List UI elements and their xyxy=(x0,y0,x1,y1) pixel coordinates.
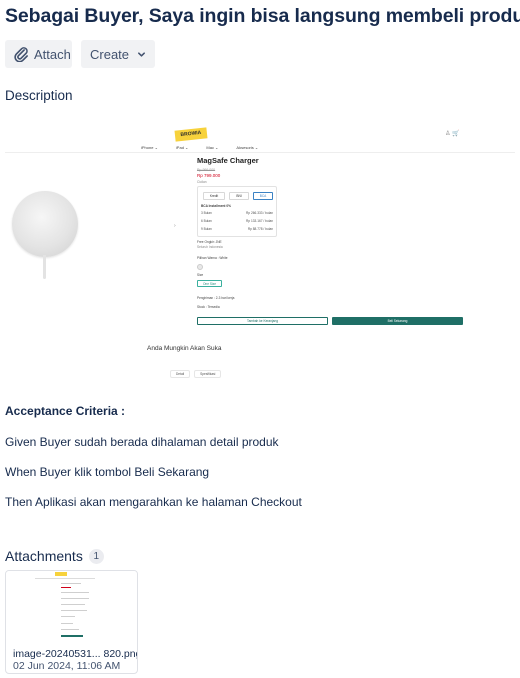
attachments-count-badge: 1 xyxy=(88,548,104,564)
acceptance-line-when: When Buyer klik tombol Beli Sekarang xyxy=(5,465,210,479)
create-label: Create xyxy=(90,46,130,62)
shot-tabs: Detail Spesifikasi xyxy=(170,370,222,378)
thumb-line xyxy=(61,623,73,624)
shot-installment-row: 6 Bulan Rp 133.167 / bulan xyxy=(201,219,273,223)
shot-payment-label: Cicilan xyxy=(197,180,207,184)
shot-payment-option: BCA xyxy=(253,192,273,200)
shot-installment-title: BCA Installment 0% xyxy=(201,204,231,208)
attach-button[interactable]: Attach xyxy=(5,40,72,68)
paperclip-icon xyxy=(14,46,29,62)
issue-title: Sebagai Buyer, Saya ingin bisa langsung … xyxy=(5,5,520,27)
thumb-line xyxy=(61,629,79,630)
shot-shipping: Free Ongkir: JNE xyxy=(197,240,222,244)
shot-size-label: Size xyxy=(197,273,204,277)
product-page-screenshot[interactable]: BROWIA ♙ 🛒 iPhone ⌄ iPad ⌄ Mac ⌄ Aksesor… xyxy=(5,122,515,384)
shot-nav-item: iPhone ⌄ xyxy=(141,145,158,150)
chevron-down-icon xyxy=(137,50,146,59)
charger-cable xyxy=(43,255,46,279)
shot-related-heading: Anda Mungkin Akan Suka xyxy=(147,345,222,352)
shot-tab: Spesifikasi xyxy=(194,370,222,378)
attachment-date: 02 Jun 2024, 11:06 AM xyxy=(13,660,121,672)
carousel-arrow-icon: › xyxy=(174,223,176,229)
attachment-filename: image-20240531... 820.png xyxy=(13,648,138,660)
acceptance-line-then: Then Aplikasi akan mengarahkan ke halama… xyxy=(5,495,302,509)
thumb-line xyxy=(61,592,89,593)
attachment-card[interactable]: image-20240531... 820.png 02 Jun 2024, 1… xyxy=(5,570,138,674)
shot-logo: BROWIA xyxy=(174,127,208,142)
shot-price: Rp 799.000 xyxy=(197,173,221,178)
attachment-thumbnail[interactable] xyxy=(6,571,137,644)
thumb-line xyxy=(61,583,81,584)
shot-installment-row: 9 Bulan Rp 88.778 / bulan xyxy=(201,227,273,231)
shot-nav-item: iPad ⌄ xyxy=(175,145,189,150)
thumb-logo xyxy=(55,572,67,576)
thumb-line xyxy=(61,598,89,599)
shot-old-price: Rp 999.000 xyxy=(197,168,216,172)
shot-divider xyxy=(5,152,515,153)
shot-stock: Stock : Tersedia xyxy=(197,305,220,309)
attach-label: Attach xyxy=(34,46,71,62)
shot-shipping-sub: Seluruh Indonesia xyxy=(197,245,223,249)
create-button[interactable]: Create xyxy=(81,40,155,68)
attachments-heading: Attachments 1 xyxy=(5,548,104,564)
acceptance-criteria-heading: Acceptance Criteria : xyxy=(5,404,126,418)
shot-buy-now-button: Beli Sekarang xyxy=(332,317,463,325)
shot-payment-option: BNI xyxy=(229,192,249,200)
magsafe-charger-image xyxy=(12,191,78,257)
acceptance-line-given: Given Buyer sudah berada dihalaman detai… xyxy=(5,435,279,449)
shot-nav-item: Mac ⌄ xyxy=(206,145,219,150)
shot-payment-option: Kredit xyxy=(203,192,225,200)
thumb-nav xyxy=(35,578,95,579)
attachments-label: Attachments xyxy=(5,548,83,564)
cart-icon: ♙ 🛒 xyxy=(445,131,460,137)
thumb-line xyxy=(61,610,87,611)
shot-nav-item: Aksesoris ⌄ xyxy=(236,145,259,150)
thumb-line xyxy=(61,616,75,617)
shot-color-label: Pilihan Warna : White xyxy=(197,256,228,260)
thumb-price xyxy=(61,587,71,588)
shot-color-swatch xyxy=(197,264,203,270)
shot-product-name: MagSafe Charger xyxy=(197,156,259,165)
description-heading: Description xyxy=(5,88,73,103)
shot-tab: Detail xyxy=(170,370,191,378)
shot-delivery: Pengiriman : 2-3 hari kerja xyxy=(197,296,235,300)
shot-add-to-cart-button: Tambah ke Keranjang xyxy=(197,317,328,325)
thumb-buy-button xyxy=(61,635,83,637)
shot-installment-row: 3 Bulan Rp 266.333 / bulan xyxy=(201,211,273,215)
shot-size-option: One Size xyxy=(197,280,222,287)
thumb-line xyxy=(61,604,85,605)
shot-nav: iPhone ⌄ iPad ⌄ Mac ⌄ Aksesoris ⌄ xyxy=(141,145,258,150)
